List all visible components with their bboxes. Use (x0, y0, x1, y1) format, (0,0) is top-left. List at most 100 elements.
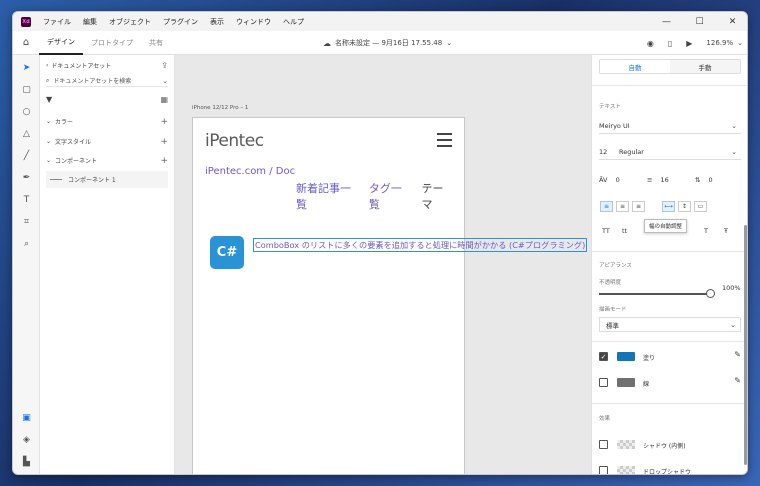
menu-window[interactable]: ウィンドウ (236, 17, 271, 27)
breadcrumb[interactable]: iPentec.com / Doc (205, 166, 295, 177)
font-family-select[interactable]: Meiryo UI ⌄ (599, 119, 741, 134)
drop-shadow-checkbox[interactable] (599, 466, 608, 474)
text-transform-upper-icon[interactable]: TT (602, 227, 610, 235)
device-preview-icon[interactable]: ▯ (668, 39, 672, 48)
opacity-slider-track[interactable] (599, 293, 711, 295)
char-spacing-field[interactable]: ĀV 0 (599, 176, 620, 184)
tab-design[interactable]: デザイン (39, 31, 83, 55)
artboard-tool-icon[interactable]: ⌗ (20, 215, 33, 228)
inner-shadow-checkbox[interactable] (599, 440, 608, 449)
strikethrough-icon[interactable]: Ŧ (724, 227, 728, 235)
filter-icon[interactable]: ▼ (46, 95, 52, 104)
align-center-button[interactable]: ≡ (616, 201, 629, 212)
para-spacing-value[interactable]: 0 (709, 176, 713, 184)
font-weight-value[interactable]: Regular (619, 148, 644, 156)
inspector-scrollbar[interactable] (744, 225, 747, 465)
nav-theme[interactable]: テーマ (422, 180, 452, 212)
pen-tool-icon[interactable]: ✒ (20, 171, 33, 184)
assets-search[interactable]: ⌕ ドキュメントアセットを検索 ⌄ (46, 75, 168, 87)
component-item[interactable]: コンポーネント 1 (46, 171, 168, 188)
tab-share[interactable]: 共有 (141, 31, 171, 55)
charstyles-section[interactable]: ⌄ 文字スタイル + (46, 137, 168, 147)
document-name: 名称未設定 — 9月16日 17.55.48 (335, 39, 443, 47)
property-inspector: 自動 手動 テキスト Meiryo UI ⌄ 12 Regular ⌄ ĀV 0… (591, 55, 747, 474)
eyedropper-icon[interactable]: ✎ (734, 350, 741, 359)
opacity-value[interactable]: 100% (722, 284, 741, 292)
fill-color-swatch[interactable] (617, 352, 635, 361)
zoom-level[interactable]: 126.9% (706, 39, 733, 47)
align-left-button[interactable]: ≡ (600, 201, 613, 212)
assets-search-input[interactable]: ドキュメントアセットを検索 (53, 76, 131, 85)
align-right-button[interactable]: ≡ (632, 201, 645, 212)
menu-help[interactable]: ヘルプ (283, 17, 304, 27)
plugins-panel-icon[interactable]: ▙ (20, 455, 33, 468)
blend-mode-select[interactable]: 標準 ⌄ (599, 317, 741, 332)
menu-view[interactable]: 表示 (210, 17, 224, 27)
csharp-badge[interactable]: C# (210, 236, 244, 269)
hamburger-menu-icon[interactable] (437, 133, 452, 151)
home-icon[interactable]: ⌂ (13, 37, 39, 48)
add-component-icon[interactable]: + (160, 156, 168, 166)
window-controls: — ☐ ✕ (650, 12, 747, 31)
mode-auto-button[interactable]: 自動 (600, 60, 670, 73)
stroke-checkbox[interactable] (599, 378, 608, 387)
components-section[interactable]: ⌄ コンポーネント + (46, 156, 168, 166)
grid-view-icon[interactable]: ▦ (160, 95, 168, 104)
stroke-color-swatch[interactable] (617, 378, 635, 387)
inner-shadow-swatch[interactable] (617, 440, 635, 449)
line-spacing-field[interactable]: ≡ 16 (647, 176, 669, 184)
rectangle-tool-icon[interactable]: ▢ (20, 83, 33, 96)
auto-width-button[interactable]: ⟷ (662, 201, 675, 212)
nav-tags[interactable]: タグ一覧 (369, 180, 410, 212)
polygon-tool-icon[interactable]: △ (20, 127, 33, 140)
colors-section[interactable]: ⌄ カラー + (46, 117, 168, 127)
menu-edit[interactable]: 編集 (83, 17, 97, 27)
title-bar: Xd ファイル 編集 オブジェクト プラグイン 表示 ウィンドウ ヘルプ — ☐… (13, 12, 747, 31)
add-color-icon[interactable]: + (160, 117, 168, 127)
components-label: コンポーネント (55, 158, 98, 165)
text-transform-lower-icon[interactable]: tt (622, 227, 627, 235)
play-icon[interactable]: ▶ (686, 39, 692, 48)
para-spacing-field[interactable]: ⇅ 0 (695, 176, 713, 184)
site-logo[interactable]: iPentec (205, 131, 264, 151)
chevron-down-icon[interactable]: ⌄ (162, 77, 168, 85)
menu-plugins[interactable]: プラグイン (163, 17, 198, 27)
chevron-down-icon[interactable]: ⌄ (737, 39, 743, 47)
document-title[interactable]: ☁ 名称未設定 — 9月16日 17.55.48 ⌄ (323, 31, 452, 55)
maximize-button[interactable]: ☐ (683, 12, 716, 31)
divider (592, 341, 747, 342)
mode-manual-button[interactable]: 手動 (670, 60, 740, 73)
selected-text-link[interactable]: ComboBox のリストに多くの要素を追加すると処理に時間がかかる (C#プロ… (253, 238, 588, 252)
menu-file[interactable]: ファイル (43, 17, 71, 27)
line-tool-icon[interactable]: ╱ (20, 149, 33, 162)
line-spacing-value[interactable]: 16 (661, 176, 669, 184)
text-tool-icon[interactable]: T (20, 193, 33, 206)
opacity-slider-handle[interactable] (706, 289, 715, 298)
ellipse-tool-icon[interactable]: ○ (20, 105, 33, 118)
drop-shadow-swatch[interactable] (617, 466, 635, 474)
char-spacing-value[interactable]: 0 (616, 176, 620, 184)
user-icon[interactable]: ◉ (647, 39, 654, 48)
chevron-left-icon[interactable]: ‹ (46, 62, 48, 69)
design-canvas[interactable]: iPhone 12/12 Pro – 1 iPentec iPentec.com… (175, 55, 591, 474)
nav-new-articles[interactable]: 新着記事一覧 (296, 180, 357, 212)
artboard-label[interactable]: iPhone 12/12 Pro – 1 (192, 105, 248, 111)
font-size-value[interactable]: 12 (599, 148, 619, 156)
artboard[interactable]: iPentec iPentec.com / Doc 新着記事一覧 タグ一覧 テー… (192, 117, 588, 474)
add-charstyle-icon[interactable]: + (160, 137, 168, 147)
close-button[interactable]: ✕ (716, 12, 747, 31)
layers-panel-icon[interactable]: ◈ (20, 433, 33, 446)
select-tool-icon[interactable]: ➤ (20, 61, 33, 74)
minimize-button[interactable]: — (650, 12, 683, 31)
zoom-tool-icon[interactable]: ⌕ (20, 237, 33, 250)
tab-prototype[interactable]: プロトタイプ (83, 31, 141, 55)
auto-height-button[interactable]: ↕ (678, 201, 691, 212)
export-icon[interactable]: ⇪ (161, 61, 168, 70)
fill-checkbox[interactable]: ✓ (599, 352, 608, 361)
menu-object[interactable]: オブジェクト (109, 17, 151, 27)
chevron-down-icon[interactable]: ⌄ (731, 148, 737, 156)
eyedropper-icon[interactable]: ✎ (734, 376, 741, 385)
superscript-icon[interactable]: T (704, 227, 708, 235)
assets-panel-icon[interactable]: ▣ (20, 411, 33, 424)
fixed-size-button[interactable]: ▭ (694, 201, 707, 212)
